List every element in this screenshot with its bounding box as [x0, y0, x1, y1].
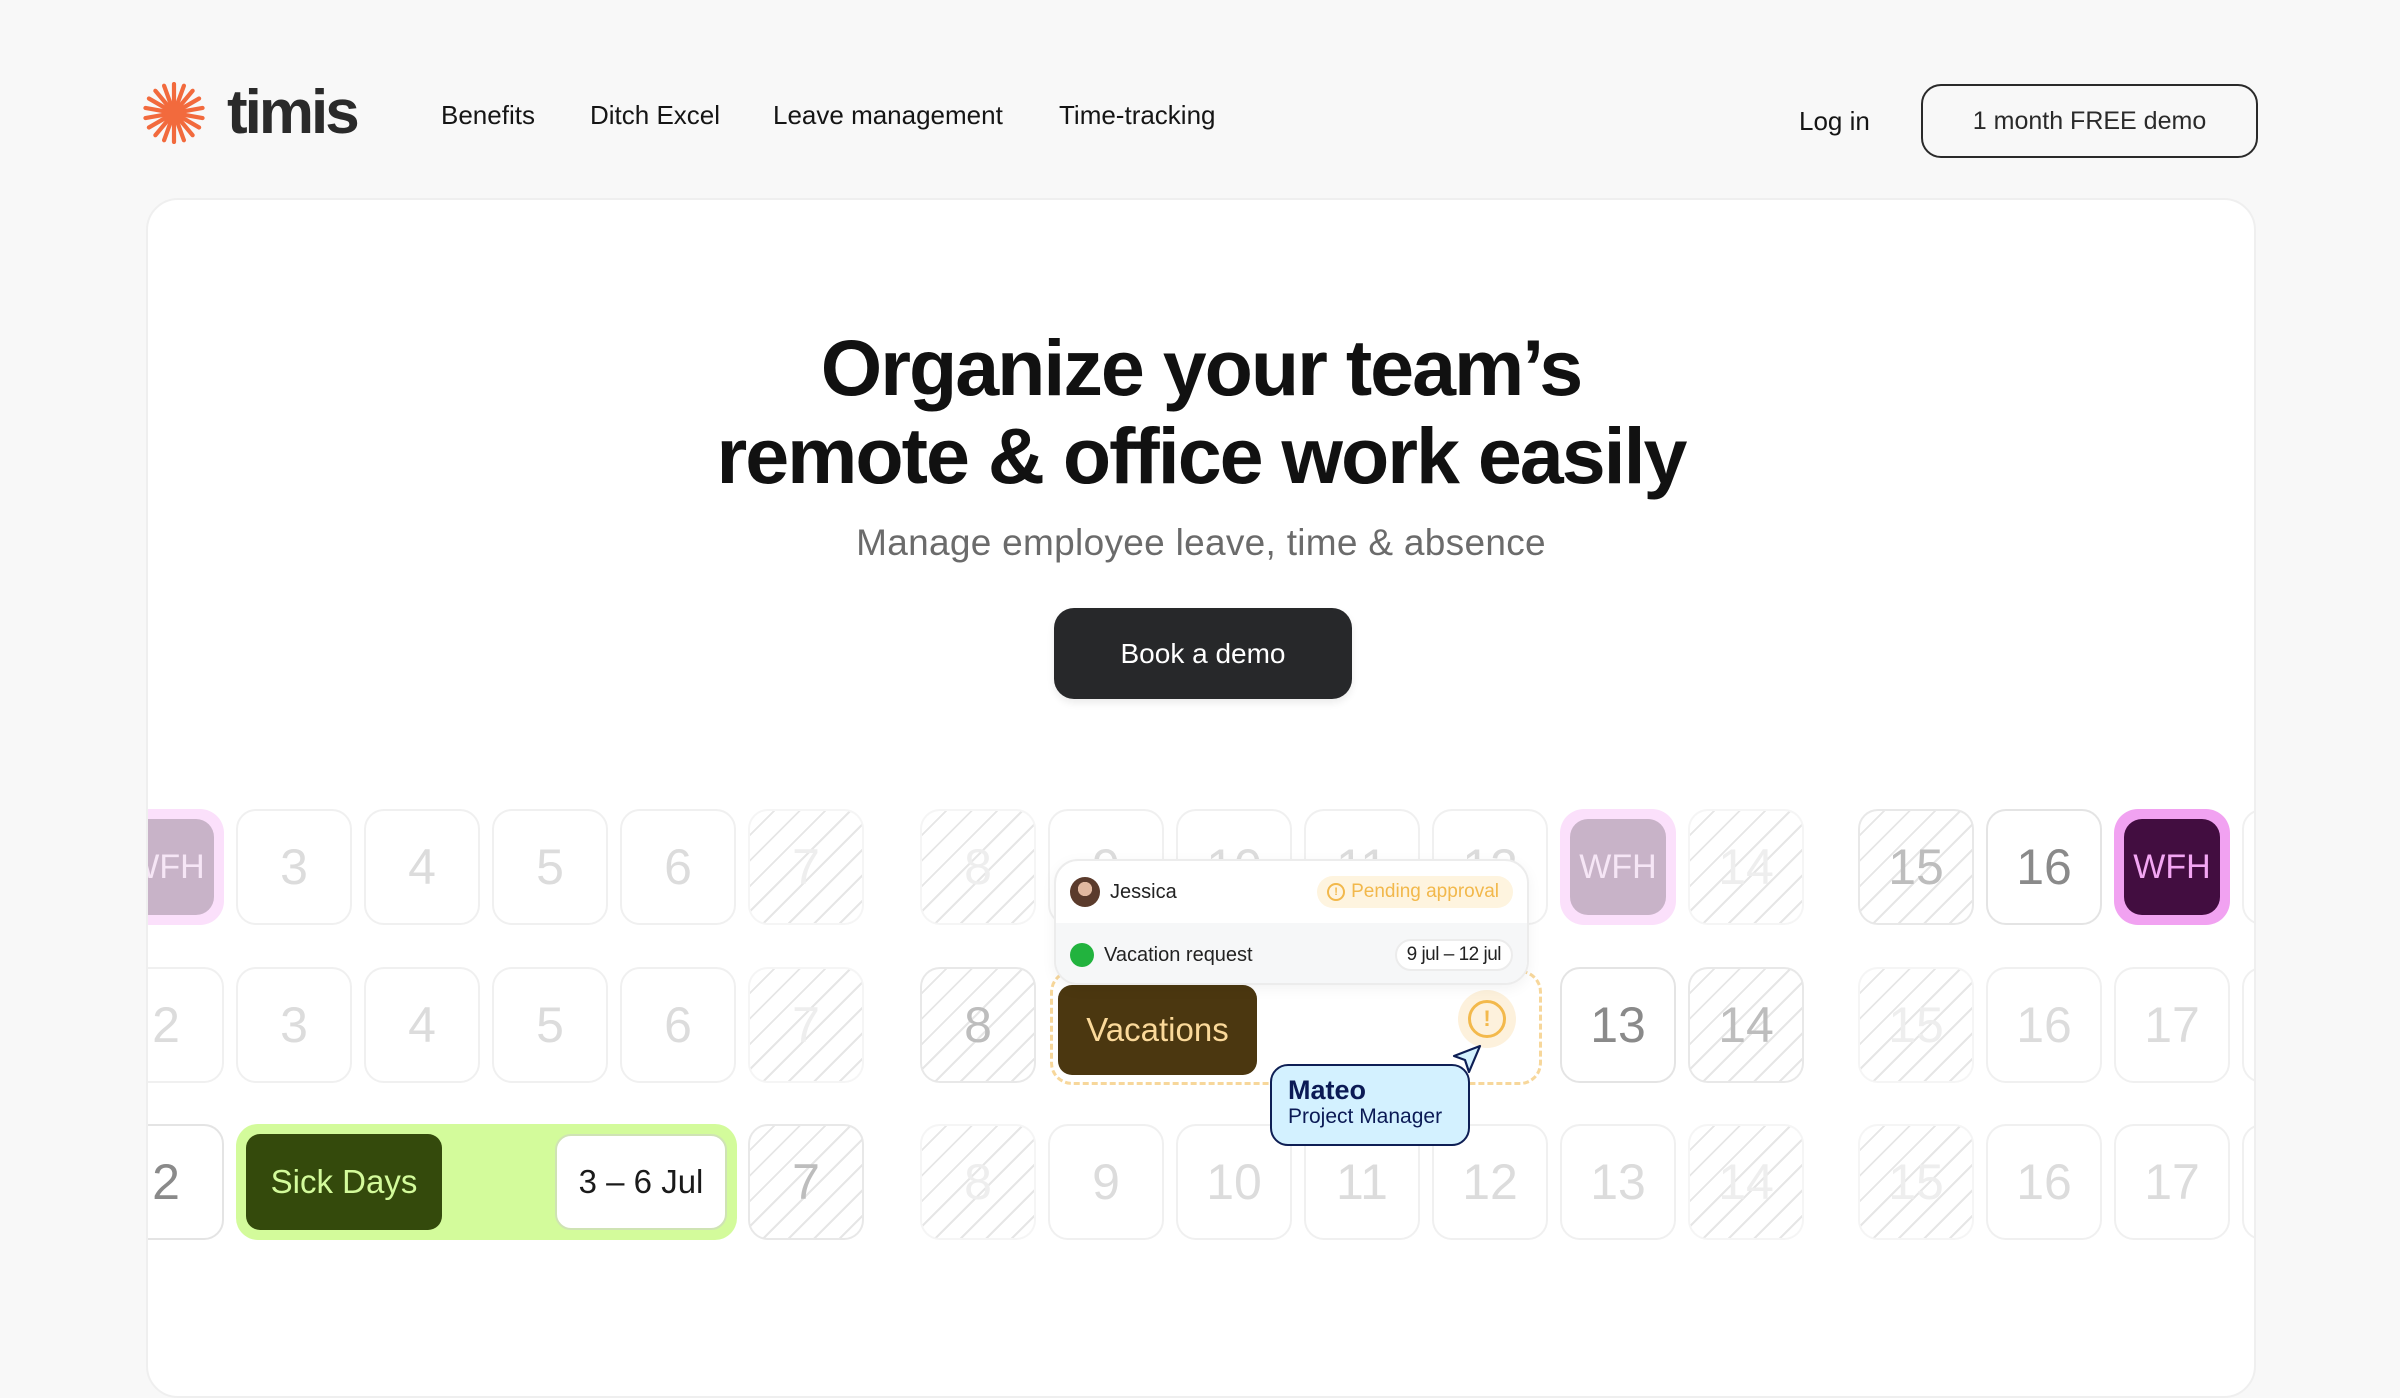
- nav-time-tracking[interactable]: Time-tracking: [1059, 100, 1216, 131]
- hero-title-line-1: Organize your team’s: [820, 323, 1584, 412]
- calendar-day-wfh[interactable]: WFH: [148, 809, 224, 925]
- book-demo-button[interactable]: Book a demo: [1054, 608, 1352, 699]
- calendar-day-weekend[interactable]: 15: [1858, 809, 1974, 925]
- hero-title-line-2: remote & office work easily: [716, 411, 1688, 500]
- calendar-day[interactable]: 6: [620, 809, 736, 925]
- calendar-day-weekend[interactable]: 14: [1688, 967, 1804, 1083]
- calendar-day[interactable]: 16: [1986, 967, 2102, 1083]
- calendar-day-weekend[interactable]: 8: [920, 809, 1036, 925]
- logo-text: timis: [227, 78, 360, 147]
- calendar-day[interactable]: 3: [236, 967, 352, 1083]
- nav-benefits[interactable]: Benefits: [441, 100, 535, 131]
- calendar-day[interactable]: 3: [236, 809, 352, 925]
- calendar-day[interactable]: 5: [492, 809, 608, 925]
- calendar-day-weekend[interactable]: 7: [748, 967, 864, 1083]
- calendar-day-partial[interactable]: [2242, 1124, 2254, 1240]
- calendar-day[interactable]: 4: [364, 967, 480, 1083]
- requester-name: Jessica: [1110, 880, 1177, 903]
- sick-days-range: 3 – 6 Jul: [555, 1134, 727, 1230]
- request-popup[interactable]: Jessica ! Pending approval Vacation requ…: [1054, 859, 1529, 985]
- calendar-day-weekend[interactable]: 7: [748, 1124, 864, 1240]
- free-demo-button[interactable]: 1 month FREE demo: [1921, 84, 2258, 158]
- status-dot-icon: [1070, 943, 1094, 967]
- calendar-day-weekend[interactable]: 7: [748, 809, 864, 925]
- calendar-day[interactable]: 2: [148, 1124, 224, 1240]
- calendar-day[interactable]: 5: [492, 967, 608, 1083]
- calendar-day-partial[interactable]: [2242, 809, 2254, 925]
- sick-days-event[interactable]: Sick Days 3 – 6 Jul: [236, 1124, 737, 1240]
- sun-logo-icon: [143, 82, 205, 144]
- calendar-day[interactable]: 16: [1986, 809, 2102, 925]
- calendar-day[interactable]: 10: [1176, 1124, 1292, 1240]
- request-type: Vacation request: [1104, 943, 1253, 966]
- calendar-day-weekend[interactable]: 15: [1858, 1124, 1974, 1240]
- calendar-day-partial[interactable]: [2242, 967, 2254, 1083]
- wfh-label: WFH: [1570, 819, 1666, 915]
- vacations-label[interactable]: Vacations: [1058, 985, 1257, 1075]
- wfh-label: WFH: [2124, 819, 2220, 915]
- calendar-day-weekend[interactable]: 14: [1688, 1124, 1804, 1240]
- pending-alert[interactable]: !: [1458, 990, 1516, 1048]
- status-badge: ! Pending approval: [1317, 876, 1513, 908]
- calendar-day[interactable]: 16: [1986, 1124, 2102, 1240]
- calendar-day[interactable]: 17: [2114, 967, 2230, 1083]
- status-text: Pending approval: [1351, 881, 1499, 902]
- user-tooltip: Mateo Project Manager: [1270, 1064, 1470, 1146]
- nav-leave-management[interactable]: Leave management: [773, 100, 1003, 131]
- calendar-day[interactable]: 13: [1560, 1124, 1676, 1240]
- avatar: [1070, 877, 1100, 907]
- date-range: 9 jul – 12 jul: [1394, 939, 1513, 971]
- calendar-day[interactable]: 17: [2114, 1124, 2230, 1240]
- wfh-label: WFH: [148, 819, 214, 915]
- alert-icon: !: [1468, 1000, 1506, 1038]
- alert-icon: !: [1327, 883, 1346, 901]
- sick-days-label: Sick Days: [246, 1134, 442, 1230]
- calendar-day[interactable]: 6: [620, 967, 736, 1083]
- calendar-day[interactable]: 9: [1048, 1124, 1164, 1240]
- login-link[interactable]: Log in: [1799, 106, 1870, 137]
- calendar-day[interactable]: 13: [1560, 967, 1676, 1083]
- calendar-day-weekend[interactable]: 15: [1858, 967, 1974, 1083]
- calendar-day-weekend[interactable]: 8: [920, 967, 1036, 1083]
- calendar-day-weekend[interactable]: 14: [1688, 809, 1804, 925]
- calendar-day[interactable]: 4: [364, 809, 480, 925]
- tooltip-role: Project Manager: [1288, 1105, 1443, 1128]
- calendar-day-wfh[interactable]: WFH: [1560, 809, 1676, 925]
- tooltip-name: Mateo: [1288, 1075, 1367, 1105]
- calendar-day-weekend[interactable]: 8: [920, 1124, 1036, 1240]
- hero-card: Organize your team’s remote & office wor…: [146, 198, 2256, 1398]
- logo[interactable]: timis: [143, 78, 360, 147]
- nav-ditch-excel[interactable]: Ditch Excel: [590, 100, 720, 131]
- calendar-day[interactable]: 2: [148, 967, 224, 1083]
- calendar-day-wfh-active[interactable]: WFH: [2114, 809, 2230, 925]
- hero-subtitle: Manage employee leave, time & absence: [856, 522, 1546, 563]
